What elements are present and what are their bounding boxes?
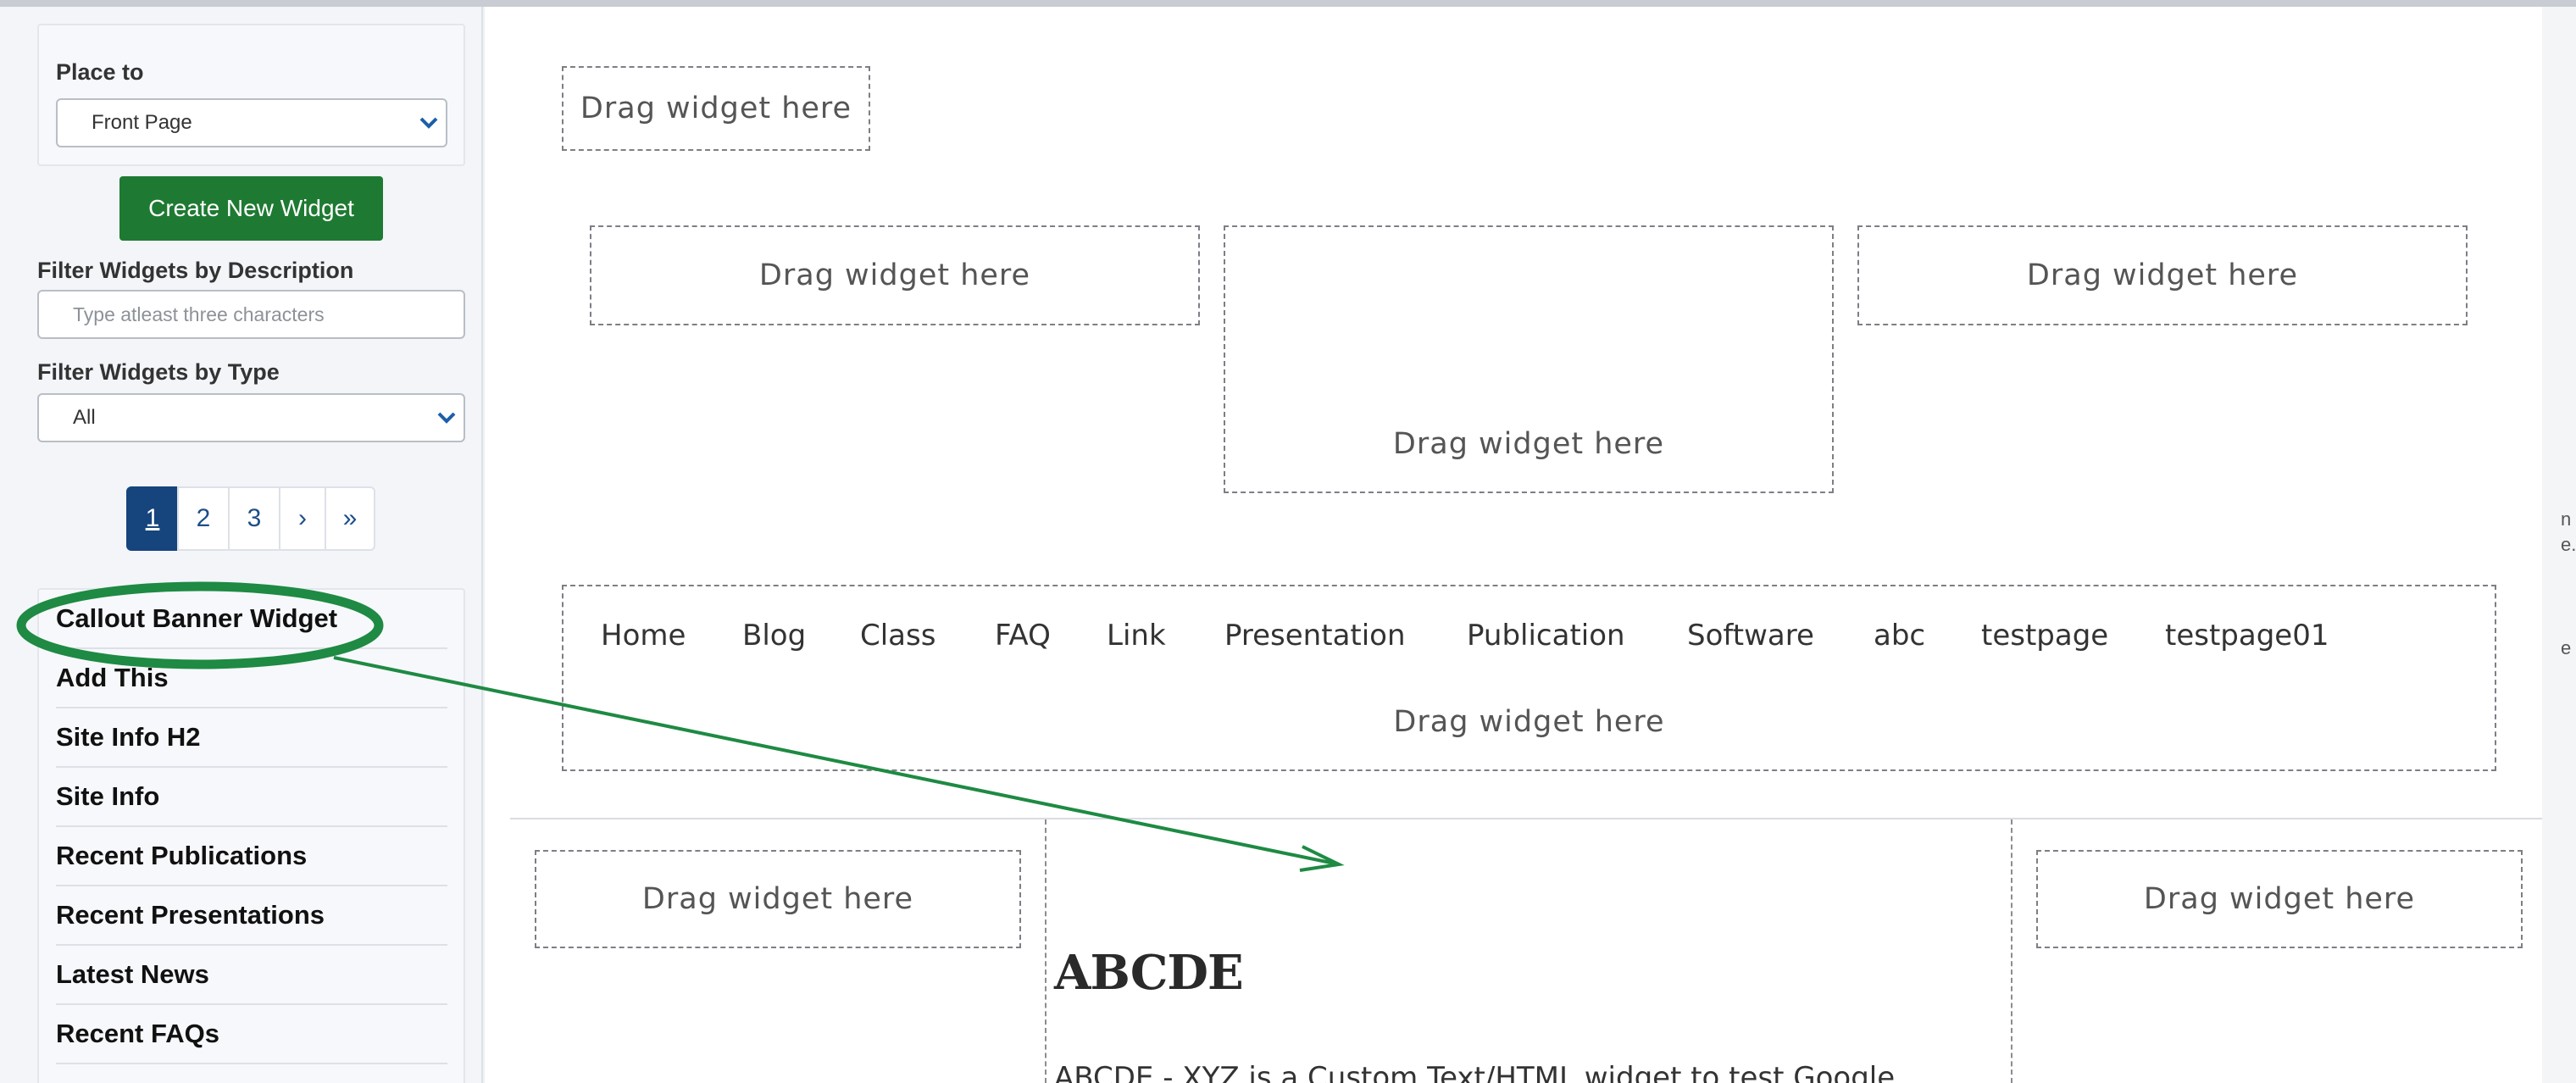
nav-item-link[interactable]: Link bbox=[1107, 619, 1166, 653]
nav-item-testpage01[interactable]: testpage01 bbox=[2165, 619, 2329, 653]
filter-description-label: Filter Widgets by Description bbox=[37, 258, 354, 283]
filter-type-select[interactable]: All bbox=[37, 393, 465, 442]
next-page-link[interactable]: › bbox=[279, 486, 326, 551]
filter-type-value: All bbox=[73, 406, 96, 429]
edge-fragment: e bbox=[2561, 637, 2572, 658]
content-heading: ABCDE bbox=[1054, 945, 1244, 1001]
last-page-link[interactable]: » bbox=[325, 486, 375, 551]
widget-item-callout-banner[interactable]: Callout Banner Widget bbox=[56, 590, 447, 649]
pagination: 1 2 3 › » bbox=[126, 486, 375, 551]
nav-item-publication[interactable]: Publication bbox=[1467, 619, 1625, 653]
widget-list: Callout Banner Widget Add This Site Info… bbox=[37, 588, 465, 1083]
widget-item-site-info[interactable]: Site Info bbox=[56, 768, 447, 827]
filter-type-label: Filter Widgets by Type bbox=[37, 359, 280, 385]
section-divider bbox=[510, 818, 2542, 819]
drop-zone-row1-right[interactable]: Drag widget here bbox=[1857, 225, 2468, 325]
chevron-down-icon bbox=[430, 411, 464, 425]
widget-item-latest-news[interactable]: Latest News bbox=[56, 946, 447, 1005]
widget-item-recent-presentations[interactable]: Recent Presentations bbox=[56, 886, 447, 946]
page-2-link[interactable]: 2 bbox=[177, 486, 230, 551]
place-to-value: Front Page bbox=[92, 111, 192, 134]
place-to-panel: Place to Front Page bbox=[37, 24, 465, 166]
nav-item-abc[interactable]: abc bbox=[1874, 619, 1925, 653]
edge-fragment: n bbox=[2561, 508, 2572, 530]
drop-zone-right-column[interactable]: Drag widget here bbox=[2036, 850, 2523, 948]
drop-zone-left-column[interactable]: Drag widget here bbox=[535, 850, 1021, 948]
place-to-select[interactable]: Front Page bbox=[56, 98, 447, 147]
create-new-widget-button[interactable]: Create New Widget bbox=[119, 176, 383, 241]
navigation-widget-zone[interactable]: Home Blog Class FAQ Link Presentation Pu… bbox=[562, 585, 2496, 771]
nav-item-faq[interactable]: FAQ bbox=[995, 619, 1051, 653]
page-3-link[interactable]: 3 bbox=[228, 486, 280, 551]
screen: Place to Front Page Create New Widget Fi… bbox=[0, 0, 2576, 1083]
widget-item-site-info-h2[interactable]: Site Info H2 bbox=[56, 708, 447, 768]
nav-item-home[interactable]: Home bbox=[601, 619, 686, 653]
nav-item-presentation[interactable]: Presentation bbox=[1224, 619, 1406, 653]
drop-zone-header[interactable]: Drag widget here bbox=[562, 66, 870, 151]
top-strip bbox=[0, 0, 2576, 7]
content-text: ABCDE - XYZ is a Custom Text/HTML widget… bbox=[1054, 1061, 1896, 1083]
widget-item-recent-publications[interactable]: Recent Publications bbox=[56, 827, 447, 886]
nav-item-blog[interactable]: Blog bbox=[742, 619, 806, 653]
filter-description-input[interactable] bbox=[37, 290, 465, 339]
nav-item-class[interactable]: Class bbox=[860, 619, 935, 653]
column-divider-right bbox=[2011, 819, 2012, 1083]
nav-item-software[interactable]: Software bbox=[1687, 619, 1814, 653]
drop-zone-row1-center[interactable]: Drag widget here bbox=[1224, 225, 1834, 493]
navigation-drop-label: Drag widget here bbox=[1393, 705, 1665, 739]
widget-item-recent-faqs[interactable]: Recent FAQs bbox=[56, 1005, 447, 1064]
widget-sidebar: Place to Front Page Create New Widget Fi… bbox=[0, 7, 483, 1083]
chevron-down-icon bbox=[412, 116, 446, 130]
page-1-link[interactable]: 1 bbox=[126, 486, 179, 551]
column-divider-left bbox=[1045, 819, 1046, 1083]
widget-item-add-this[interactable]: Add This bbox=[56, 649, 447, 708]
drop-zone-row1-left[interactable]: Drag widget here bbox=[590, 225, 1200, 325]
place-to-label: Place to bbox=[56, 59, 144, 85]
edge-fragment: e. bbox=[2561, 534, 2576, 555]
nav-item-testpage[interactable]: testpage bbox=[1981, 619, 2108, 653]
